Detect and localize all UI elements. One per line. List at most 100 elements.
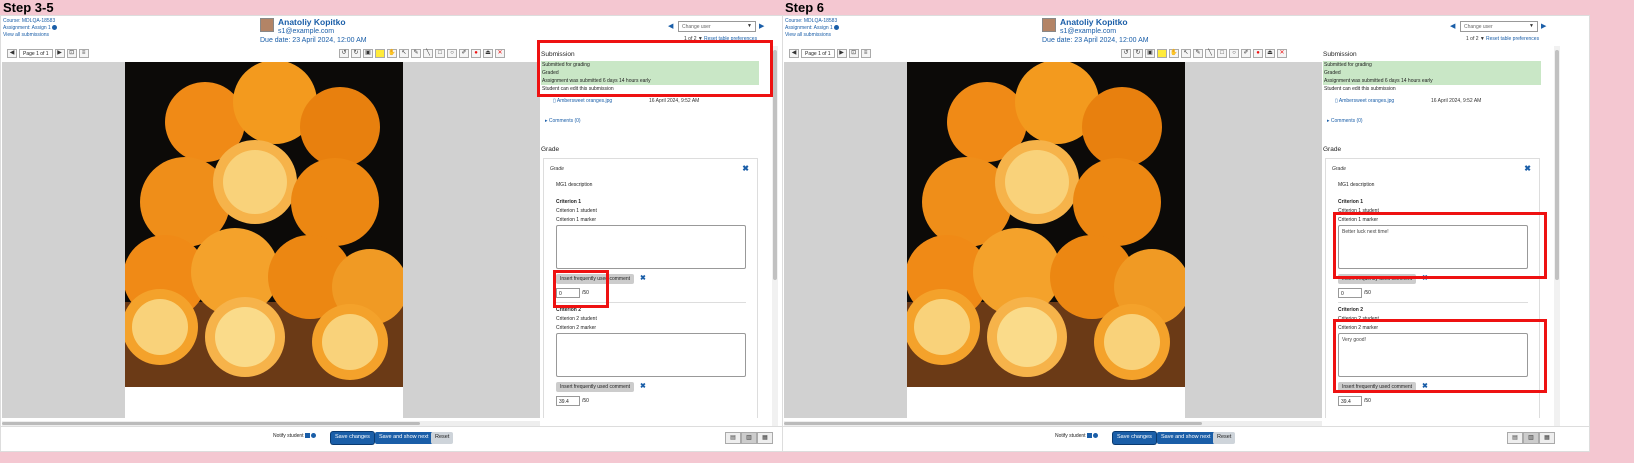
collapse-grade-panel-icon[interactable]: ▤ <box>725 432 741 444</box>
default-layout-icon[interactable]: ▥ <box>1523 432 1539 444</box>
save-button[interactable]: Save changes <box>1113 432 1156 444</box>
prev-user-icon[interactable]: ◀ <box>1450 22 1455 30</box>
collapse-icon[interactable]: ✖ <box>1524 164 1531 173</box>
insert-comment-button-1[interactable]: Insert frequently used comment <box>1338 274 1417 284</box>
page-select[interactable]: Page 1 of 1 <box>801 48 835 58</box>
remove-icon[interactable]: ✖ <box>640 274 646 282</box>
select-icon[interactable]: ↖ <box>1181 48 1191 58</box>
view-all-submissions-link[interactable]: View all submissions <box>785 32 839 39</box>
document-viewer[interactable] <box>784 62 1322 418</box>
collapse-icon[interactable]: ✖ <box>742 164 749 173</box>
prev-user-icon[interactable]: ◀ <box>668 22 673 30</box>
fit-icon[interactable]: ≡ <box>860 48 871 58</box>
rotate-left-icon[interactable]: ↺ <box>1121 48 1131 58</box>
collapse-review-panel-icon[interactable]: ▦ <box>1539 432 1555 444</box>
comments-toggle[interactable]: ▸ Comments (0) <box>1327 118 1363 124</box>
insert-comment-button-1[interactable]: Insert frequently used comment <box>556 274 635 284</box>
document-viewer[interactable] <box>2 62 540 418</box>
save-button[interactable]: Save changes <box>331 432 374 444</box>
close-icon[interactable]: ✕ <box>1277 48 1287 58</box>
assignment-link[interactable]: Assignment: Assign 1 <box>785 25 833 31</box>
rectangle-icon[interactable]: □ <box>435 48 445 58</box>
notify-checkbox[interactable] <box>304 433 310 439</box>
next-page-icon[interactable]: ▶ <box>836 48 847 58</box>
vertical-scrollbar[interactable] <box>772 46 778 426</box>
line-icon[interactable]: ╲ <box>1205 48 1215 58</box>
rotate-right-icon[interactable]: ↻ <box>1133 48 1143 58</box>
remove-icon[interactable]: ✖ <box>1422 382 1428 390</box>
next-page-icon[interactable]: ▶ <box>54 48 65 58</box>
save-and-next-button[interactable]: Save and show next <box>375 432 433 444</box>
fit-icon[interactable]: ≡ <box>78 48 89 58</box>
default-layout-icon[interactable]: ▥ <box>741 432 757 444</box>
highlight-color-icon[interactable] <box>1157 48 1167 58</box>
assignment-link[interactable]: Assignment: Assign 1 <box>3 25 51 31</box>
rectangle-icon[interactable]: □ <box>1217 48 1227 58</box>
reset-button[interactable]: Reset <box>1213 432 1236 444</box>
view-all-submissions-link[interactable]: View all submissions <box>3 32 57 39</box>
info-icon[interactable] <box>834 25 840 31</box>
comments-toggle[interactable]: ▸ Comments (0) <box>545 118 581 124</box>
file-link[interactable]: ▯ Ambersweet oranges.jpg <box>1335 98 1394 104</box>
stamp-tool-icon[interactable]: ⏏ <box>1265 48 1275 58</box>
pen-icon[interactable]: ✐ <box>1241 48 1251 58</box>
vertical-scrollbar[interactable] <box>1554 46 1560 426</box>
oval-icon[interactable]: ○ <box>447 48 457 58</box>
color-icon[interactable]: ● <box>471 48 481 58</box>
notify-student[interactable]: Notify student <box>273 433 317 439</box>
remove-icon[interactable]: ✖ <box>1422 274 1428 282</box>
info-icon[interactable] <box>52 25 58 31</box>
comment-icon[interactable]: ✎ <box>1193 48 1203 58</box>
reset-table-preferences-link[interactable]: Reset table preferences <box>1486 36 1539 42</box>
course-link[interactable]: Course: MDLQA-18583 <box>3 18 57 25</box>
stamp-tool-icon[interactable]: ⏏ <box>483 48 493 58</box>
prev-page-icon[interactable]: ◀ <box>789 48 799 58</box>
change-user-select[interactable]: Change user ▼ <box>1460 21 1538 32</box>
criterion-2-score[interactable]: 39.4 <box>556 396 580 406</box>
collapse-grade-panel-icon[interactable]: ▤ <box>1507 432 1523 444</box>
select-icon[interactable]: ↖ <box>399 48 409 58</box>
insert-comment-button-2[interactable]: Insert frequently used comment <box>556 382 635 392</box>
rotate-right-icon[interactable]: ↻ <box>351 48 361 58</box>
collapse-review-panel-icon[interactable]: ▦ <box>757 432 773 444</box>
page-select[interactable]: Page 1 of 1 <box>19 48 53 58</box>
oval-icon[interactable]: ○ <box>1229 48 1239 58</box>
file-link[interactable]: ▯ Ambersweet oranges.jpg <box>553 98 612 104</box>
prev-page-icon[interactable]: ◀ <box>7 48 17 58</box>
line-icon[interactable]: ╲ <box>423 48 433 58</box>
color-icon[interactable]: ● <box>1253 48 1263 58</box>
criterion-1-remark[interactable]: Better luck next time! <box>1338 225 1528 269</box>
highlight-color-icon[interactable] <box>375 48 385 58</box>
next-user-icon[interactable]: ▶ <box>1541 22 1546 30</box>
criterion-2-remark[interactable]: Very good! <box>1338 333 1528 377</box>
notify-student[interactable]: Notify student <box>1055 433 1099 439</box>
help-icon[interactable] <box>311 433 317 439</box>
save-and-next-button[interactable]: Save and show next <box>1157 432 1215 444</box>
criterion-1-remark[interactable] <box>556 225 746 269</box>
pan-icon[interactable]: ✋ <box>1169 48 1179 58</box>
help-icon[interactable] <box>1093 433 1099 439</box>
pan-icon[interactable]: ✋ <box>387 48 397 58</box>
insert-comment-button-2[interactable]: Insert frequently used comment <box>1338 382 1417 392</box>
reset-table-preferences-link[interactable]: Reset table preferences <box>704 36 757 42</box>
expand-icon[interactable]: ⊡ <box>66 48 77 58</box>
reset-button[interactable]: Reset <box>431 432 454 444</box>
remove-icon[interactable]: ✖ <box>640 382 646 390</box>
next-user-icon[interactable]: ▶ <box>759 22 764 30</box>
notify-checkbox[interactable] <box>1086 433 1092 439</box>
criterion-2-remark[interactable] <box>556 333 746 377</box>
close-icon[interactable]: ✕ <box>495 48 505 58</box>
user-name[interactable]: Anatoliy Kopitko <box>1060 17 1128 27</box>
criterion-1-score[interactable]: 0 <box>1338 288 1362 298</box>
expand-icon[interactable]: ⊡ <box>848 48 859 58</box>
criterion-2-score[interactable]: 39.4 <box>1338 396 1362 406</box>
course-link[interactable]: Course: MDLQA-18583 <box>785 18 839 25</box>
criterion-1-score[interactable]: 0 <box>556 288 580 298</box>
change-user-select[interactable]: Change user ▼ <box>678 21 756 32</box>
stamp-icon[interactable]: ▣ <box>363 48 373 58</box>
comment-icon[interactable]: ✎ <box>411 48 421 58</box>
stamp-icon[interactable]: ▣ <box>1145 48 1155 58</box>
user-name[interactable]: Anatoliy Kopitko <box>278 17 346 27</box>
pen-icon[interactable]: ✐ <box>459 48 469 58</box>
rotate-left-icon[interactable]: ↺ <box>339 48 349 58</box>
